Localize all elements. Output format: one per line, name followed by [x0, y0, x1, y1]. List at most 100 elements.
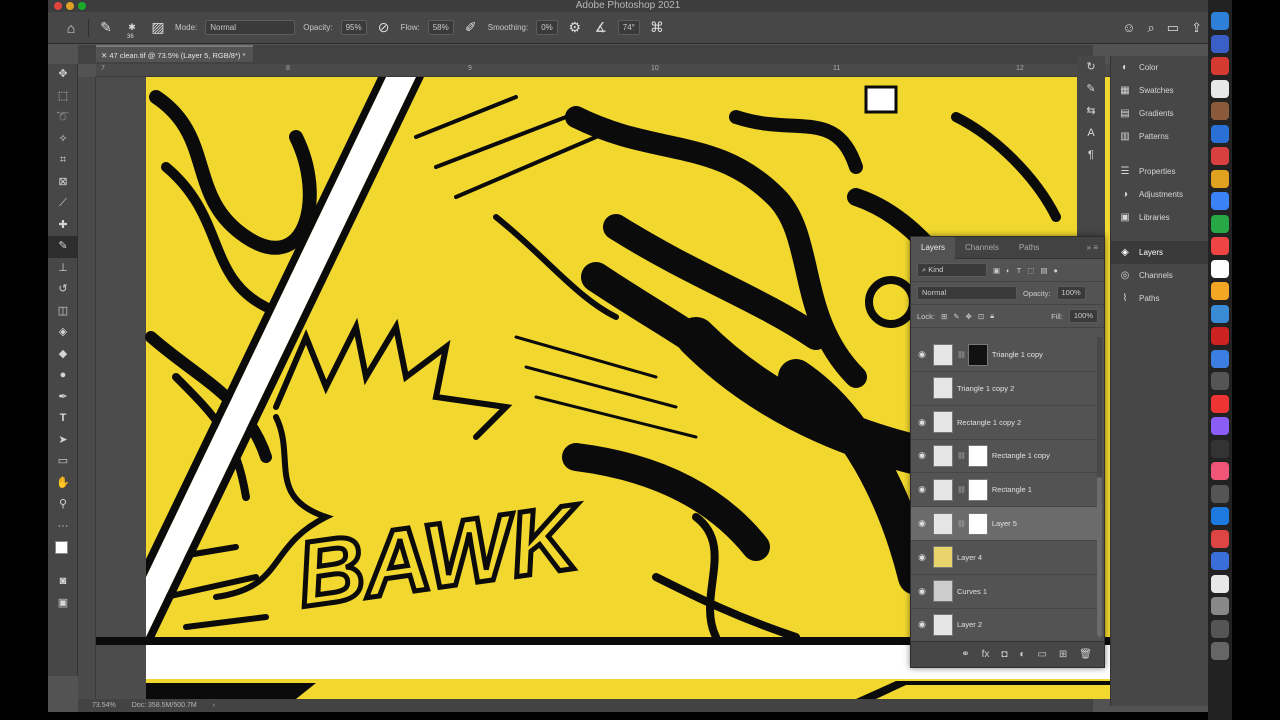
- mask-link-icon[interactable]: ⛓: [957, 351, 966, 359]
- new-group-icon[interactable]: ▭: [1037, 649, 1046, 660]
- pen-tool-icon[interactable]: ✒: [48, 387, 78, 409]
- layer-name[interactable]: Layer 4: [957, 553, 982, 562]
- filter-type-icon[interactable]: T: [1017, 266, 1022, 275]
- dock-app-icon[interactable]: [1211, 597, 1229, 615]
- tab-paths[interactable]: Paths: [1009, 237, 1049, 259]
- layer-row[interactable]: ◉ Curves 1: [911, 575, 1101, 609]
- panel-menu-icon[interactable]: » ≡: [1087, 243, 1104, 252]
- new-layer-icon[interactable]: ⊞: [1059, 649, 1067, 660]
- character-panel-icon[interactable]: A: [1077, 122, 1105, 144]
- lasso-tool-icon[interactable]: ➰: [48, 107, 78, 129]
- dock-app-icon[interactable]: [1211, 214, 1229, 233]
- layer-thumbnail[interactable]: [933, 478, 953, 501]
- dock-app-icon[interactable]: [1211, 34, 1229, 53]
- layer-name[interactable]: Triangle 1 copy: [992, 350, 1043, 359]
- visibility-eye-icon[interactable]: ◉: [911, 552, 933, 563]
- layer-row[interactable]: ◉ ⛓ Rectangle 1 copy: [911, 439, 1101, 474]
- opacity-field[interactable]: 95%: [340, 20, 367, 35]
- eraser-tool-icon[interactable]: ◫: [48, 301, 78, 323]
- crop-tool-icon[interactable]: ⌗: [48, 150, 78, 172]
- share-icon[interactable]: ⇪: [1191, 20, 1202, 36]
- blend-mode-select[interactable]: Normal: [917, 286, 1017, 300]
- dock-app-icon[interactable]: [1211, 304, 1229, 323]
- angle-field[interactable]: 74°: [617, 20, 640, 35]
- panel-patterns[interactable]: ▥ Patterns: [1111, 125, 1208, 148]
- mask-link-icon[interactable]: ⛓: [957, 486, 966, 494]
- layer-name[interactable]: Curves 1: [957, 587, 987, 596]
- layer-thumbnail[interactable]: [933, 411, 953, 434]
- dock-app-icon[interactable]: [1211, 327, 1229, 345]
- blur-tool-icon[interactable]: ◆: [48, 344, 78, 366]
- layer-thumbnail[interactable]: [933, 444, 953, 467]
- dock-app-icon[interactable]: [1211, 417, 1229, 435]
- panel-swatches[interactable]: ▦ Swatches: [1111, 79, 1208, 102]
- dock-app-icon[interactable]: [1211, 169, 1229, 188]
- lock-artboard-icon[interactable]: ⊡: [978, 312, 984, 321]
- pressure-opacity-icon[interactable]: ⊘: [375, 19, 393, 36]
- status-menu-icon[interactable]: ›: [213, 702, 215, 709]
- workspace-icon[interactable]: ▭: [1167, 20, 1179, 36]
- panel-channels[interactable]: ◎ Channels: [1111, 264, 1208, 287]
- filter-adjust-icon[interactable]: ◐: [1006, 266, 1011, 275]
- filter-smart-icon[interactable]: ▤: [1040, 266, 1047, 275]
- layer-name[interactable]: Rectangle 1 copy 2: [957, 418, 1021, 427]
- minimize-button[interactable]: [66, 2, 74, 10]
- filter-kind-select[interactable]: ⌕ Kind: [917, 263, 987, 277]
- brush-settings-panel-icon[interactable]: ✎: [1077, 78, 1105, 100]
- dock-app-icon[interactable]: [1211, 507, 1229, 525]
- layer-thumbnail[interactable]: [933, 377, 953, 400]
- rectangle-tool-icon[interactable]: ▭: [48, 451, 78, 473]
- layer-name[interactable]: Rectangle 1: [992, 485, 1032, 494]
- close-button[interactable]: [54, 2, 62, 10]
- mode-select[interactable]: Normal: [205, 20, 296, 35]
- path-select-tool-icon[interactable]: ➤: [48, 430, 78, 452]
- filter-shape-icon[interactable]: ⬚: [1027, 266, 1034, 275]
- smoothing-field[interactable]: 0%: [536, 20, 558, 35]
- lock-image-icon[interactable]: ✎: [953, 312, 959, 321]
- dock-app-icon[interactable]: [1211, 619, 1229, 638]
- new-adjustment-icon[interactable]: ◐: [1019, 649, 1025, 660]
- layer-row[interactable]: ◉ ⛓ Rectangle 1: [911, 473, 1101, 508]
- dock-app-icon[interactable]: [1211, 642, 1229, 660]
- maximize-button[interactable]: [78, 2, 86, 10]
- layer-name[interactable]: Layer 2: [957, 620, 982, 629]
- layer-name[interactable]: Rectangle 1 copy: [992, 451, 1050, 460]
- layers-scrollbar[interactable]: [1097, 337, 1102, 637]
- delete-layer-icon[interactable]: 🗑︎: [1079, 649, 1092, 660]
- airbrush-icon[interactable]: ✐: [462, 19, 480, 36]
- panel-gradients[interactable]: ▤ Gradients: [1111, 102, 1208, 125]
- dock-app-icon[interactable]: [1211, 57, 1229, 75]
- dock-app-icon[interactable]: [1211, 12, 1229, 30]
- tab-layers[interactable]: Layers: [911, 236, 956, 259]
- paragraph-panel-icon[interactable]: ¶: [1077, 144, 1105, 166]
- move-tool-icon[interactable]: ✥: [48, 64, 78, 86]
- flow-field[interactable]: 58%: [427, 20, 454, 35]
- layer-row[interactable]: ◉ ⛓ Layer 5: [911, 507, 1101, 541]
- dock-app-icon[interactable]: [1211, 79, 1229, 98]
- dock-app-icon[interactable]: [1211, 372, 1229, 390]
- panel-libraries[interactable]: ▣ Libraries: [1111, 206, 1208, 229]
- color-swatches-icon[interactable]: [48, 537, 78, 571]
- paint-bucket-tool-icon[interactable]: ◈: [48, 322, 78, 344]
- zoom-tool-icon[interactable]: ⚲: [48, 494, 78, 516]
- dock-app-icon[interactable]: [1211, 147, 1229, 165]
- dock-app-icon[interactable]: [1211, 552, 1229, 570]
- dock-app-icon[interactable]: [1211, 349, 1229, 368]
- document-tab[interactable]: ✕ 47 clean.tif @ 73.5% (Layer 5, RGB/8*)…: [96, 45, 254, 62]
- hand-tool-icon[interactable]: ✋: [48, 473, 78, 495]
- layer-thumbnail[interactable]: [933, 613, 953, 636]
- mask-link-icon[interactable]: ⛓: [957, 452, 966, 460]
- history-panel-icon[interactable]: ↻: [1077, 56, 1105, 78]
- layer-row[interactable]: ◉ Layer 4: [911, 541, 1101, 575]
- layer-name[interactable]: Triangle 1 copy 2: [957, 384, 1014, 393]
- layer-mask-thumbnail[interactable]: [967, 444, 988, 467]
- history-brush-tool-icon[interactable]: ↺: [48, 279, 78, 301]
- dodge-tool-icon[interactable]: ●: [48, 365, 78, 387]
- layer-mask-thumbnail[interactable]: [967, 478, 988, 501]
- adjust-panel-icon[interactable]: ⇆: [1077, 100, 1105, 122]
- more-tools-icon[interactable]: ···: [48, 516, 78, 538]
- filter-toggle-icon[interactable]: ●: [1053, 266, 1058, 275]
- share-learn-icon[interactable]: ☺: [1122, 20, 1135, 36]
- dock-app-icon[interactable]: [1211, 237, 1229, 255]
- dock-app-icon[interactable]: [1211, 439, 1229, 458]
